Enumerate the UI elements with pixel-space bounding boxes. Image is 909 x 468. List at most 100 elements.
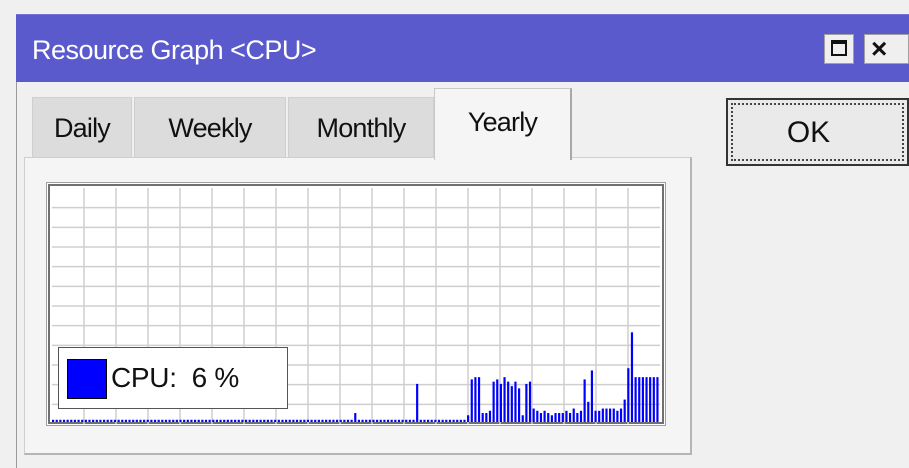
title-bar[interactable]: Resource Graph <CPU> × bbox=[16, 14, 909, 83]
cpu-bar bbox=[168, 419, 171, 422]
cpu-bar bbox=[299, 419, 302, 422]
cpu-bar bbox=[193, 419, 197, 422]
cpu-bar bbox=[365, 419, 368, 422]
cpu-bar bbox=[252, 419, 255, 422]
cpu-bar bbox=[110, 419, 113, 422]
cpu-bar bbox=[459, 419, 462, 422]
cpu-bar bbox=[204, 419, 208, 422]
cpu-bar bbox=[59, 419, 62, 422]
cpu-bar bbox=[328, 419, 331, 422]
cpu-bar bbox=[583, 379, 586, 422]
cpu-bar bbox=[179, 419, 182, 422]
close-button[interactable]: × bbox=[864, 34, 909, 64]
cpu-bar bbox=[270, 419, 273, 422]
cpu-bar bbox=[463, 419, 466, 422]
cpu-bar bbox=[310, 419, 313, 422]
cpu-bar bbox=[383, 419, 386, 422]
cpu-bar bbox=[412, 419, 415, 422]
cpu-bar bbox=[244, 419, 248, 422]
close-icon: × bbox=[871, 33, 888, 64]
cpu-bar bbox=[66, 419, 69, 422]
window-title: Resource Graph <CPU> bbox=[32, 35, 317, 65]
cpu-bar bbox=[645, 377, 648, 422]
cpu-bar bbox=[594, 410, 597, 422]
maximize-icon bbox=[831, 40, 847, 56]
cpu-bar bbox=[332, 419, 335, 422]
cpu-bar bbox=[652, 377, 655, 422]
cpu-bar bbox=[470, 379, 473, 422]
cpu-bar bbox=[623, 399, 626, 422]
ok-button[interactable]: OK bbox=[726, 98, 909, 166]
cpu-bar bbox=[175, 419, 178, 422]
cpu-bar bbox=[321, 419, 324, 422]
cpu-bar bbox=[368, 419, 371, 422]
cpu-bar bbox=[619, 408, 623, 422]
cpu-bar bbox=[55, 419, 58, 422]
cpu-bar bbox=[346, 419, 350, 422]
cpu-bar bbox=[605, 408, 608, 422]
cpu-bar bbox=[536, 410, 539, 422]
cpu-bar bbox=[255, 419, 259, 422]
legend-value: 6 % bbox=[191, 362, 240, 393]
cpu-bar bbox=[325, 419, 328, 422]
cpu-bar bbox=[539, 413, 543, 422]
cpu-bar bbox=[219, 419, 222, 422]
cpu-bar bbox=[426, 419, 430, 422]
cpu-bar bbox=[208, 419, 211, 422]
cpu-bar bbox=[467, 415, 470, 422]
cpu-bar bbox=[92, 419, 95, 422]
cpu-bar bbox=[492, 381, 495, 422]
resource-graph-window: Resource Graph <CPU> × Daily Weekly Mont… bbox=[0, 0, 909, 468]
cpu-bar bbox=[339, 419, 342, 422]
cpu-bar bbox=[81, 419, 84, 422]
cpu-bar bbox=[630, 332, 634, 422]
cpu-bar bbox=[350, 419, 353, 422]
legend-label: CPU: bbox=[111, 362, 177, 393]
cpu-bar bbox=[62, 419, 66, 422]
cpu-bar bbox=[190, 419, 193, 422]
cpu-bar bbox=[274, 419, 277, 422]
cpu-bar bbox=[215, 419, 219, 422]
cpu-bar bbox=[153, 419, 157, 422]
cpu-bar bbox=[649, 377, 652, 422]
cpu-bar bbox=[401, 419, 404, 422]
cpu-bar bbox=[102, 419, 106, 422]
maximize-button[interactable] bbox=[824, 34, 854, 64]
tab-daily[interactable]: Daily bbox=[32, 97, 132, 157]
cpu-bar bbox=[361, 419, 364, 422]
cpu-bar bbox=[499, 383, 502, 422]
tab-weekly-label: Weekly bbox=[168, 113, 252, 143]
cpu-bar bbox=[186, 419, 189, 422]
cpu-bar bbox=[590, 370, 594, 422]
ok-button-label: OK bbox=[731, 103, 904, 161]
cpu-bar bbox=[241, 419, 244, 422]
cpu-bar bbox=[237, 419, 240, 422]
cpu-bar bbox=[445, 419, 448, 422]
cpu-bar bbox=[394, 419, 397, 422]
tab-yearly[interactable]: Yearly bbox=[434, 88, 572, 160]
cpu-bar bbox=[376, 419, 379, 422]
cpu-bar bbox=[397, 419, 401, 422]
cpu-bar bbox=[488, 410, 492, 422]
cpu-legend: CPU: 6 % bbox=[58, 347, 288, 409]
cpu-bar bbox=[95, 419, 98, 422]
cpu-bar bbox=[612, 408, 615, 422]
cpu-bar bbox=[121, 419, 124, 422]
cpu-bar bbox=[561, 413, 564, 422]
cpu-bar bbox=[390, 419, 393, 422]
cpu-bar bbox=[135, 419, 138, 422]
cpu-bar bbox=[609, 408, 612, 422]
cpu-bar bbox=[598, 410, 601, 422]
cpu-bar bbox=[634, 377, 637, 422]
cpu-bar bbox=[132, 419, 135, 422]
tab-weekly[interactable]: Weekly bbox=[134, 97, 286, 157]
cpu-bar bbox=[117, 419, 120, 422]
cpu-bar bbox=[354, 413, 357, 422]
cpu-bar bbox=[430, 419, 433, 422]
tab-monthly[interactable]: Monthly bbox=[288, 97, 434, 157]
cpu-bar bbox=[266, 419, 269, 422]
cpu-bar bbox=[408, 419, 411, 422]
cpu-bar bbox=[616, 410, 619, 422]
cpu-bar bbox=[139, 419, 142, 422]
cpu-bar bbox=[601, 408, 604, 422]
